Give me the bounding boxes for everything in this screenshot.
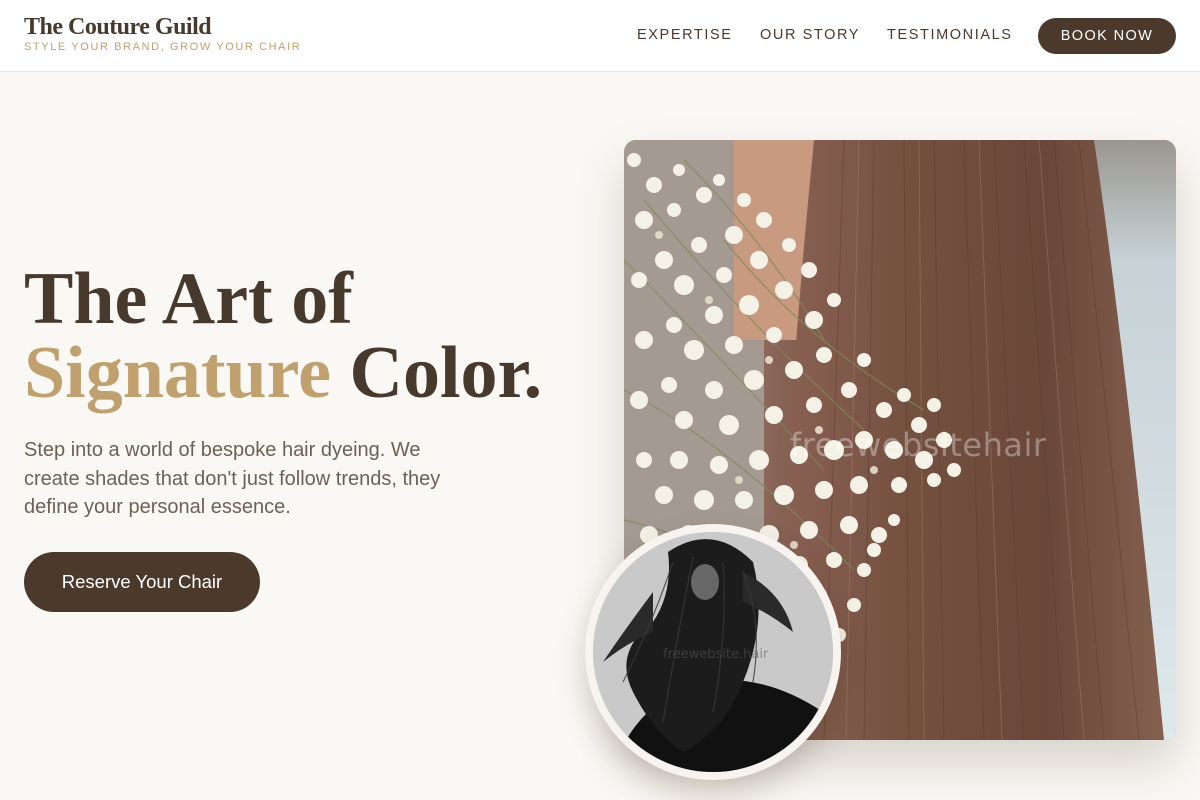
main-image-watermark: freewebsitehair bbox=[790, 426, 1047, 464]
portrait-watermark: freewebsite.hair bbox=[663, 647, 769, 662]
nav-link-our-story[interactable]: OUR STORY bbox=[760, 27, 860, 43]
nav-link-testimonials[interactable]: TESTIMONIALS bbox=[887, 27, 1013, 43]
hero-title: The Art of Signature Color. bbox=[24, 262, 542, 410]
brand-logo[interactable]: The Couture Guild bbox=[24, 14, 212, 41]
brand-tagline: STYLE YOUR BRAND, GROW YOUR CHAIR bbox=[24, 41, 302, 53]
book-now-button[interactable]: BOOK NOW bbox=[1038, 18, 1176, 54]
reserve-chair-button[interactable]: Reserve Your Chair bbox=[24, 552, 260, 612]
nav-link-expertise[interactable]: EXPERTISE bbox=[637, 27, 733, 43]
site-header: The Couture Guild STYLE YOUR BRAND, GROW… bbox=[0, 0, 1200, 72]
hero-description: Step into a world of bespoke hair dyeing… bbox=[24, 439, 441, 518]
hero-title-line1: The Art of bbox=[24, 258, 353, 340]
hero-title-highlight: Signature bbox=[24, 332, 332, 414]
hero-title-rest: Color. bbox=[331, 332, 543, 414]
